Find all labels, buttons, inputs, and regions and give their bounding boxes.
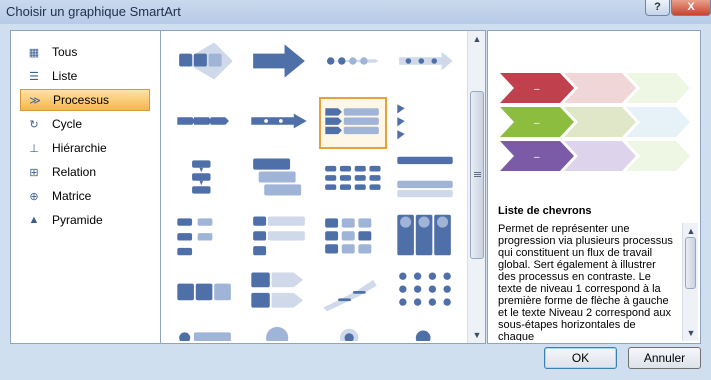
layout-thumbnail[interactable] (173, 153, 241, 205)
category-pyramid[interactable]: ▲ Pyramide (20, 209, 150, 231)
cancel-button[interactable]: Annuler (628, 347, 701, 369)
layout-thumbnail-graphic (253, 216, 305, 256)
category-list: ▦ Tous ☰ Liste ≫ Processus ↻ Cycle ⊥ Hiérarchie ⊞ R… (10, 30, 161, 344)
category-all[interactable]: ▦ Tous (20, 41, 150, 63)
category-label: Cycle (52, 117, 83, 131)
description-scrollbar[interactable]: ▲ ▼ (682, 223, 698, 341)
layout-thumbnail[interactable] (247, 97, 315, 149)
layout-thumbnail[interactable] (247, 153, 315, 205)
category-cycle[interactable]: ↻ Cycle (20, 113, 150, 135)
layout-thumbnail[interactable] (393, 211, 461, 263)
preview-description: Permet de représenter une progression vi… (498, 223, 673, 341)
layout-thumbnail-graphic (325, 165, 381, 190)
process-icon: ≫ (29, 94, 41, 107)
layout-thumbnail[interactable] (319, 267, 387, 319)
scroll-down-icon[interactable]: ▼ (468, 327, 486, 343)
layout-thumbnail[interactable] (247, 211, 315, 263)
category-list[interactable]: ☰ Liste (20, 65, 150, 87)
layout-thumbnail-graphic (339, 328, 359, 341)
svg-text:–: – (534, 152, 540, 163)
category-label: Processus (53, 93, 110, 107)
svg-text:–: – (534, 118, 540, 129)
ok-button[interactable]: OK (544, 347, 617, 369)
scroll-thumb[interactable] (470, 91, 484, 259)
layout-thumbnail-graphic (397, 156, 453, 198)
cycle-icon: ↻ (29, 118, 39, 131)
category-label: Hiérarchie (52, 141, 107, 155)
category-relation[interactable]: ⊞ Relation (20, 161, 150, 183)
title-bar: Choisir un graphique SmartArt ? X (0, 0, 711, 24)
layout-gallery: ▲ ▼ (160, 30, 486, 344)
layout-thumbnail[interactable] (393, 97, 461, 149)
window-title: Choisir un graphique SmartArt (6, 4, 181, 19)
preview-title: Liste de chevrons (498, 205, 592, 217)
layout-thumbnail[interactable] (319, 325, 387, 341)
category-matrix[interactable]: ⊕ Matrice (20, 185, 150, 207)
preview-panel: – – – Liste de chevrons Permet de représen… (487, 30, 701, 344)
matrix-icon: ⊕ (29, 190, 39, 203)
layout-thumbnail-graphic (251, 272, 303, 308)
layout-thumbnail[interactable] (173, 325, 241, 341)
layout-thumbnail-graphic (415, 330, 431, 341)
layout-thumbnail[interactable] (393, 37, 461, 89)
layout-thumbnail-graphic (397, 104, 451, 140)
category-process[interactable]: ≫ Processus (20, 89, 150, 111)
layout-thumbnail[interactable] (319, 97, 387, 149)
scroll-up-icon[interactable]: ▲ (468, 31, 486, 47)
relation-icon: ⊞ (29, 166, 39, 179)
layout-thumbnail-graphic (177, 283, 231, 301)
help-button[interactable]: ? (645, 0, 670, 16)
scroll-down-icon[interactable]: ▼ (683, 325, 699, 341)
close-button[interactable]: X (671, 0, 711, 16)
gallery-scrollbar[interactable]: ▲ ▼ (467, 31, 485, 343)
layout-thumbnail[interactable] (393, 267, 461, 319)
layout-thumbnail-graphic (323, 57, 379, 65)
layout-thumbnail-graphic (179, 42, 233, 80)
layout-thumbnail[interactable] (247, 267, 315, 319)
layout-thumbnail[interactable] (173, 97, 241, 149)
all-icon: ▦ (28, 46, 40, 59)
layout-thumbnail-graphic (251, 113, 307, 129)
pyramid-icon: ▲ (28, 214, 40, 226)
category-label: Pyramide (52, 213, 103, 227)
layout-thumbnail-graphic (266, 326, 289, 341)
layout-thumbnail[interactable] (173, 37, 241, 89)
svg-text:–: – (534, 84, 540, 95)
layout-thumbnail-graphic (399, 51, 453, 71)
layout-thumbnail-graphic (323, 279, 377, 312)
layout-thumbnail[interactable] (319, 211, 387, 263)
category-label: Liste (52, 69, 78, 83)
category-label: Relation (52, 165, 97, 179)
layout-thumbnail[interactable] (319, 153, 387, 205)
layout-thumbnail-graphic (192, 160, 211, 194)
category-hierarchy[interactable]: ⊥ Hiérarchie (20, 137, 150, 159)
chevron-list-preview: – – – (500, 73, 690, 171)
layout-thumbnail[interactable] (247, 37, 315, 89)
layout-thumbnail-graphic (397, 214, 451, 256)
layout-thumbnail-graphic (179, 332, 231, 341)
layout-thumbnail-graphic (177, 218, 213, 256)
category-label: Tous (52, 45, 78, 59)
hierarchy-icon: ⊥ (29, 142, 39, 155)
layout-thumbnail[interactable] (319, 37, 387, 89)
layout-thumbnail[interactable] (393, 325, 461, 341)
grip-icon (474, 172, 481, 173)
layout-thumbnail-graphic (253, 158, 302, 196)
layout-thumbnail[interactable] (393, 153, 461, 205)
category-label: Matrice (52, 189, 92, 203)
layout-thumbnail-graphic (325, 218, 372, 254)
layout-thumbnail-graphic (253, 44, 305, 78)
layout-thumbnail-graphic (399, 272, 451, 306)
layout-thumbnail[interactable] (173, 211, 241, 263)
scroll-thumb[interactable] (685, 237, 696, 289)
layout-thumbnail-graphic (325, 108, 379, 135)
layout-thumbnail[interactable] (173, 267, 241, 319)
list-icon: ☰ (29, 70, 39, 83)
layout-thumbnail-graphic (177, 117, 229, 125)
layout-thumbnail[interactable] (247, 325, 315, 341)
